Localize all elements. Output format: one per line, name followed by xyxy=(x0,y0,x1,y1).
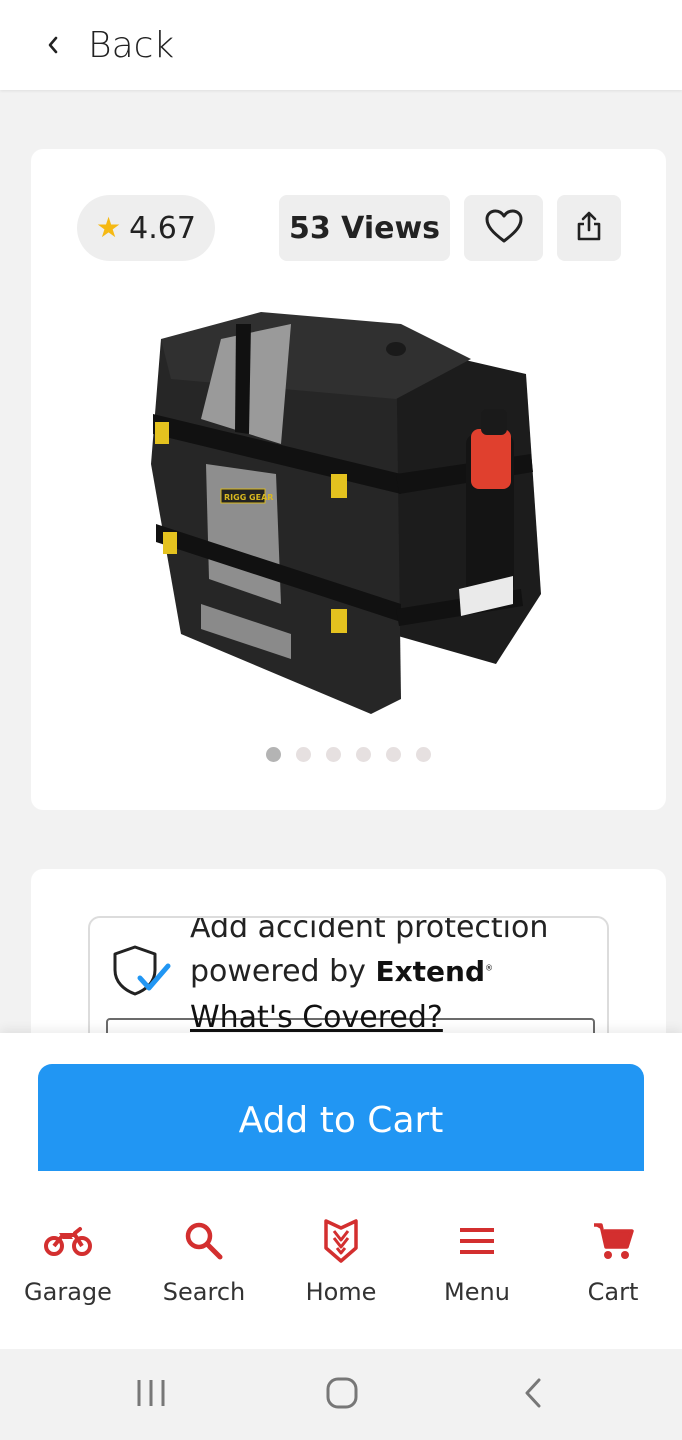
system-navigation-bar xyxy=(0,1349,682,1440)
nav-item-search[interactable]: Search xyxy=(136,1216,272,1306)
bottom-navigation: Garage Search Home Menu Cart xyxy=(0,1171,682,1349)
recent-apps-icon xyxy=(135,1378,167,1413)
add-to-cart-button[interactable]: Add to Cart xyxy=(38,1064,644,1174)
shield-check-icon xyxy=(110,944,174,1003)
nav-item-home[interactable]: Home xyxy=(273,1216,409,1306)
share-button[interactable] xyxy=(557,195,621,261)
menu-icon xyxy=(458,1216,496,1266)
rating-badge: ★ 4.67 xyxy=(77,195,215,261)
chevron-left-icon xyxy=(40,32,66,58)
favorite-button[interactable] xyxy=(464,195,543,261)
search-icon xyxy=(184,1216,224,1266)
back-arrow-icon xyxy=(523,1377,543,1414)
powered-by-label: powered by xyxy=(190,954,366,989)
cart-icon xyxy=(592,1216,634,1266)
nav-item-garage[interactable]: Garage xyxy=(0,1216,136,1306)
nav-label: Search xyxy=(162,1278,246,1306)
motorcycle-icon xyxy=(43,1216,93,1266)
back-system-button[interactable] xyxy=(503,1377,563,1413)
recent-apps-button[interactable] xyxy=(121,1377,181,1413)
add-to-cart-sheet: Add to Cart xyxy=(0,1033,682,1174)
nav-item-menu[interactable]: Menu xyxy=(409,1216,545,1306)
extend-logo: Extend® xyxy=(375,955,493,988)
heart-icon xyxy=(484,208,524,249)
product-card: ★ 4.67 53 Views RIGG GEAR xyxy=(31,149,666,810)
svg-text:RIGG GEAR: RIGG GEAR xyxy=(224,493,273,502)
views-count: 53 Views xyxy=(279,195,450,261)
back-label: Back xyxy=(88,24,175,66)
carousel-dot[interactable] xyxy=(296,747,311,762)
whats-covered-link[interactable]: What's Covered? xyxy=(190,1000,443,1035)
powered-by-text: powered by Extend® xyxy=(190,954,493,989)
carousel-dot[interactable] xyxy=(326,747,341,762)
nav-label: Garage xyxy=(24,1278,112,1306)
top-bar: Back xyxy=(0,0,682,90)
nav-label: Cart xyxy=(587,1278,639,1306)
carousel-dot[interactable] xyxy=(416,747,431,762)
carousel-dot[interactable] xyxy=(386,747,401,762)
nav-label: Menu xyxy=(444,1278,510,1306)
carousel-dot[interactable] xyxy=(266,747,281,762)
image-carousel-dots xyxy=(31,747,666,762)
share-icon xyxy=(576,210,602,247)
home-logo-icon xyxy=(323,1216,359,1266)
protection-title: Add accident protection xyxy=(190,916,549,945)
back-button[interactable]: Back xyxy=(40,25,174,66)
nav-label: Home xyxy=(305,1278,377,1306)
star-icon: ★ xyxy=(96,212,122,243)
nav-item-cart[interactable]: Cart xyxy=(545,1216,681,1306)
rating-value: 4.67 xyxy=(129,210,196,246)
home-system-button[interactable] xyxy=(312,1377,372,1413)
product-image[interactable]: RIGG GEAR xyxy=(141,304,561,724)
carousel-dot[interactable] xyxy=(356,747,371,762)
home-circle-icon xyxy=(325,1376,359,1415)
